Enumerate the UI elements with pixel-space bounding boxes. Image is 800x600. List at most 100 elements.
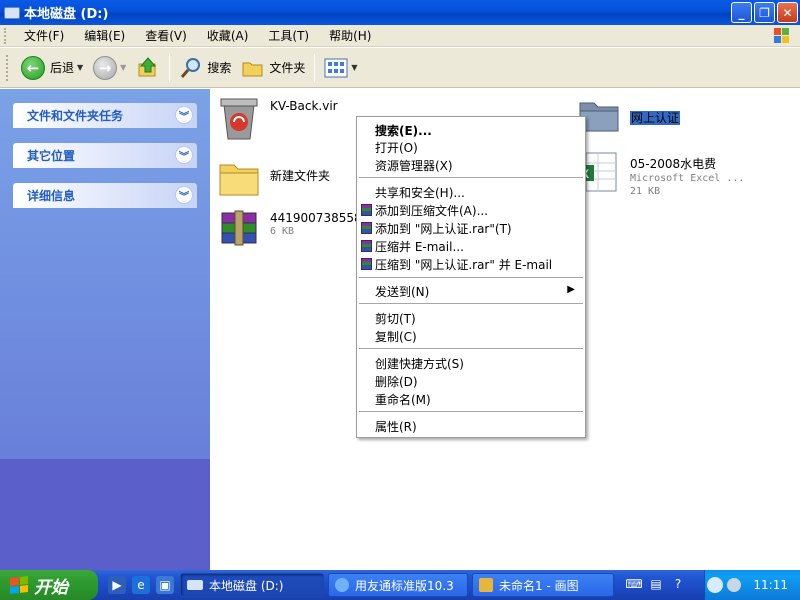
toolbar-grip[interactable] <box>4 27 10 44</box>
minimize-button[interactable]: _ <box>731 2 752 23</box>
menu-label: 压缩到 "网上认证.rar" 并 E-mail <box>375 257 553 272</box>
back-button[interactable]: ← 后退 ▼ <box>16 52 88 84</box>
up-folder-button[interactable] <box>131 52 165 84</box>
menu-help[interactable]: 帮助(H) <box>319 27 381 44</box>
file-item[interactable]: KV-Back.vir <box>216 95 338 141</box>
keyboard-icon[interactable]: ⌨ <box>625 575 642 593</box>
task-yonyou[interactable]: 用友通标准版10.3 <box>328 573 468 597</box>
media-player-icon[interactable]: ▶ <box>108 576 126 594</box>
close-button[interactable]: ✕ <box>777 2 798 23</box>
task-local-disk[interactable]: 本地磁盘 (D:) <box>180 573 324 597</box>
menu-edit[interactable]: 编辑(E) <box>74 27 135 44</box>
menu-label: 属性(R) <box>375 419 417 434</box>
expand-chevron-icon[interactable]: ︾ <box>175 106 193 124</box>
menu-label: 添加到压缩文件(A)... <box>375 203 489 218</box>
drive-icon <box>187 580 203 590</box>
menu-delete[interactable]: 删除(D) <box>359 372 583 390</box>
menu-search[interactable]: 搜索(E)... <box>359 121 583 139</box>
panel-details[interactable]: 详细信息 ︾ <box>13 183 197 208</box>
expand-chevron-icon[interactable]: ︾ <box>175 146 193 164</box>
show-desktop-icon[interactable]: ▣ <box>156 576 174 594</box>
rar-archive-icon <box>361 222 372 234</box>
menu-send-to[interactable]: 发送到(N) ▶ <box>359 282 583 300</box>
volume-icon[interactable] <box>727 578 742 592</box>
maximize-button[interactable]: ❐ <box>754 2 775 23</box>
title-bar[interactable]: 本地磁盘 (D:) _ ❐ ✕ <box>0 0 800 25</box>
menu-label: 添加到 "网上认证.rar"(T) <box>375 221 512 236</box>
menu-label: 打开(O) <box>375 140 418 155</box>
task-label: 未命名1 - 画图 <box>499 578 579 593</box>
menu-favorites[interactable]: 收藏(A) <box>197 27 259 44</box>
menu-label: 删除(D) <box>375 374 418 389</box>
menu-sharing-security[interactable]: 共享和安全(H)... <box>359 183 583 201</box>
menu-explore[interactable]: 资源管理器(X) <box>359 156 583 174</box>
paint-icon <box>479 578 493 592</box>
system-tray: 11:11 <box>704 570 800 600</box>
rar-archive-icon <box>361 258 372 270</box>
file-type: Microsoft Excel ... <box>630 173 745 184</box>
menu-file[interactable]: 文件(F) <box>14 27 74 44</box>
file-item[interactable]: 网上认证 <box>576 95 681 135</box>
task-paint[interactable]: 未命名1 - 画图 <box>472 573 614 597</box>
drive-icon <box>4 6 20 19</box>
internet-explorer-icon[interactable]: e <box>132 576 150 594</box>
forward-button[interactable]: → ▼ <box>88 52 131 84</box>
menu-compress-email[interactable]: 压缩并 E-mail... <box>359 237 583 255</box>
menu-label: 搜索(E)... <box>375 123 432 138</box>
clock[interactable]: 11:11 <box>753 578 788 592</box>
menu-cut[interactable]: 剪切(T) <box>359 309 583 327</box>
menu-open[interactable]: 打开(O) <box>359 138 583 156</box>
file-name: KV-Back.vir <box>270 99 338 113</box>
file-item[interactable]: X 05-2008水电费 Microsoft Excel ... 21 KB <box>576 151 744 198</box>
panel-title: 文件和文件夹任务 <box>27 109 124 123</box>
toolbar-separator <box>169 53 171 82</box>
menu-rename[interactable]: 重命名(M) <box>359 390 583 408</box>
folders-label: 文件夹 <box>269 61 306 75</box>
tray-extra-icons: ⌨ ▤ ? <box>625 575 692 593</box>
windows-flag-icon <box>10 576 28 594</box>
task-label: 本地磁盘 (D:) <box>209 578 284 593</box>
menu-bar: 文件(F) 编辑(E) 查看(V) 收藏(A) 工具(T) 帮助(H) <box>0 25 800 47</box>
panel-other-places[interactable]: 其它位置 ︾ <box>13 143 197 168</box>
menu-properties[interactable]: 属性(R) <box>359 417 583 435</box>
back-label: 后退 <box>50 61 75 75</box>
rar-archive-icon <box>221 210 257 246</box>
network-icon[interactable] <box>707 577 724 593</box>
dropdown-arrow-icon[interactable]: ▼ <box>351 63 357 72</box>
menu-label: 重命名(M) <box>375 392 431 407</box>
menu-compress-rar-email[interactable]: 压缩到 "网上认证.rar" 并 E-mail <box>359 255 583 273</box>
windows-logo-icon <box>774 28 789 43</box>
views-button[interactable]: ▼ <box>319 52 362 84</box>
help-icon[interactable]: ? <box>670 575 686 593</box>
views-icon <box>324 58 348 77</box>
menu-label: 创建快捷方式(S) <box>375 356 464 371</box>
forward-arrow-icon: → <box>93 55 118 80</box>
panel-title: 其它位置 <box>27 149 76 163</box>
expand-chevron-icon[interactable]: ︾ <box>175 186 193 204</box>
toolbar: ← 后退 ▼ → ▼ 搜索 文件夹 ▼ <box>0 48 800 88</box>
toolbar-grip[interactable] <box>6 54 12 81</box>
folders-button[interactable]: 文件夹 <box>236 52 310 84</box>
folders-icon <box>242 62 263 76</box>
file-size: 21 KB <box>630 186 661 197</box>
task-sidebar: 文件和文件夹任务 ︾ 其它位置 ︾ 详细信息 ︾ <box>0 89 210 570</box>
dropdown-arrow-icon[interactable]: ▼ <box>120 63 126 72</box>
menu-separator <box>359 177 583 178</box>
panel-file-folder-tasks[interactable]: 文件和文件夹任务 ︾ <box>13 103 197 128</box>
start-label: 开始 <box>34 577 68 598</box>
menu-separator <box>359 411 583 412</box>
file-item[interactable]: 新建文件夹 <box>216 155 330 199</box>
ime-icon[interactable]: ▤ <box>648 575 664 593</box>
menu-label: 压缩并 E-mail... <box>375 239 464 254</box>
menu-create-shortcut[interactable]: 创建快捷方式(S) <box>359 354 583 372</box>
menu-add-to-archive[interactable]: 添加到压缩文件(A)... <box>359 201 583 219</box>
start-button[interactable]: 开始 <box>0 570 98 600</box>
menu-copy[interactable]: 复制(C) <box>359 327 583 345</box>
submenu-arrow-icon: ▶ <box>567 284 575 295</box>
menu-tools[interactable]: 工具(T) <box>258 27 319 44</box>
search-label: 搜索 <box>207 61 232 75</box>
menu-view[interactable]: 查看(V) <box>135 27 197 44</box>
menu-add-to-rar[interactable]: 添加到 "网上认证.rar"(T) <box>359 219 583 237</box>
dropdown-arrow-icon[interactable]: ▼ <box>77 63 83 72</box>
search-button[interactable]: 搜索 <box>174 52 236 84</box>
